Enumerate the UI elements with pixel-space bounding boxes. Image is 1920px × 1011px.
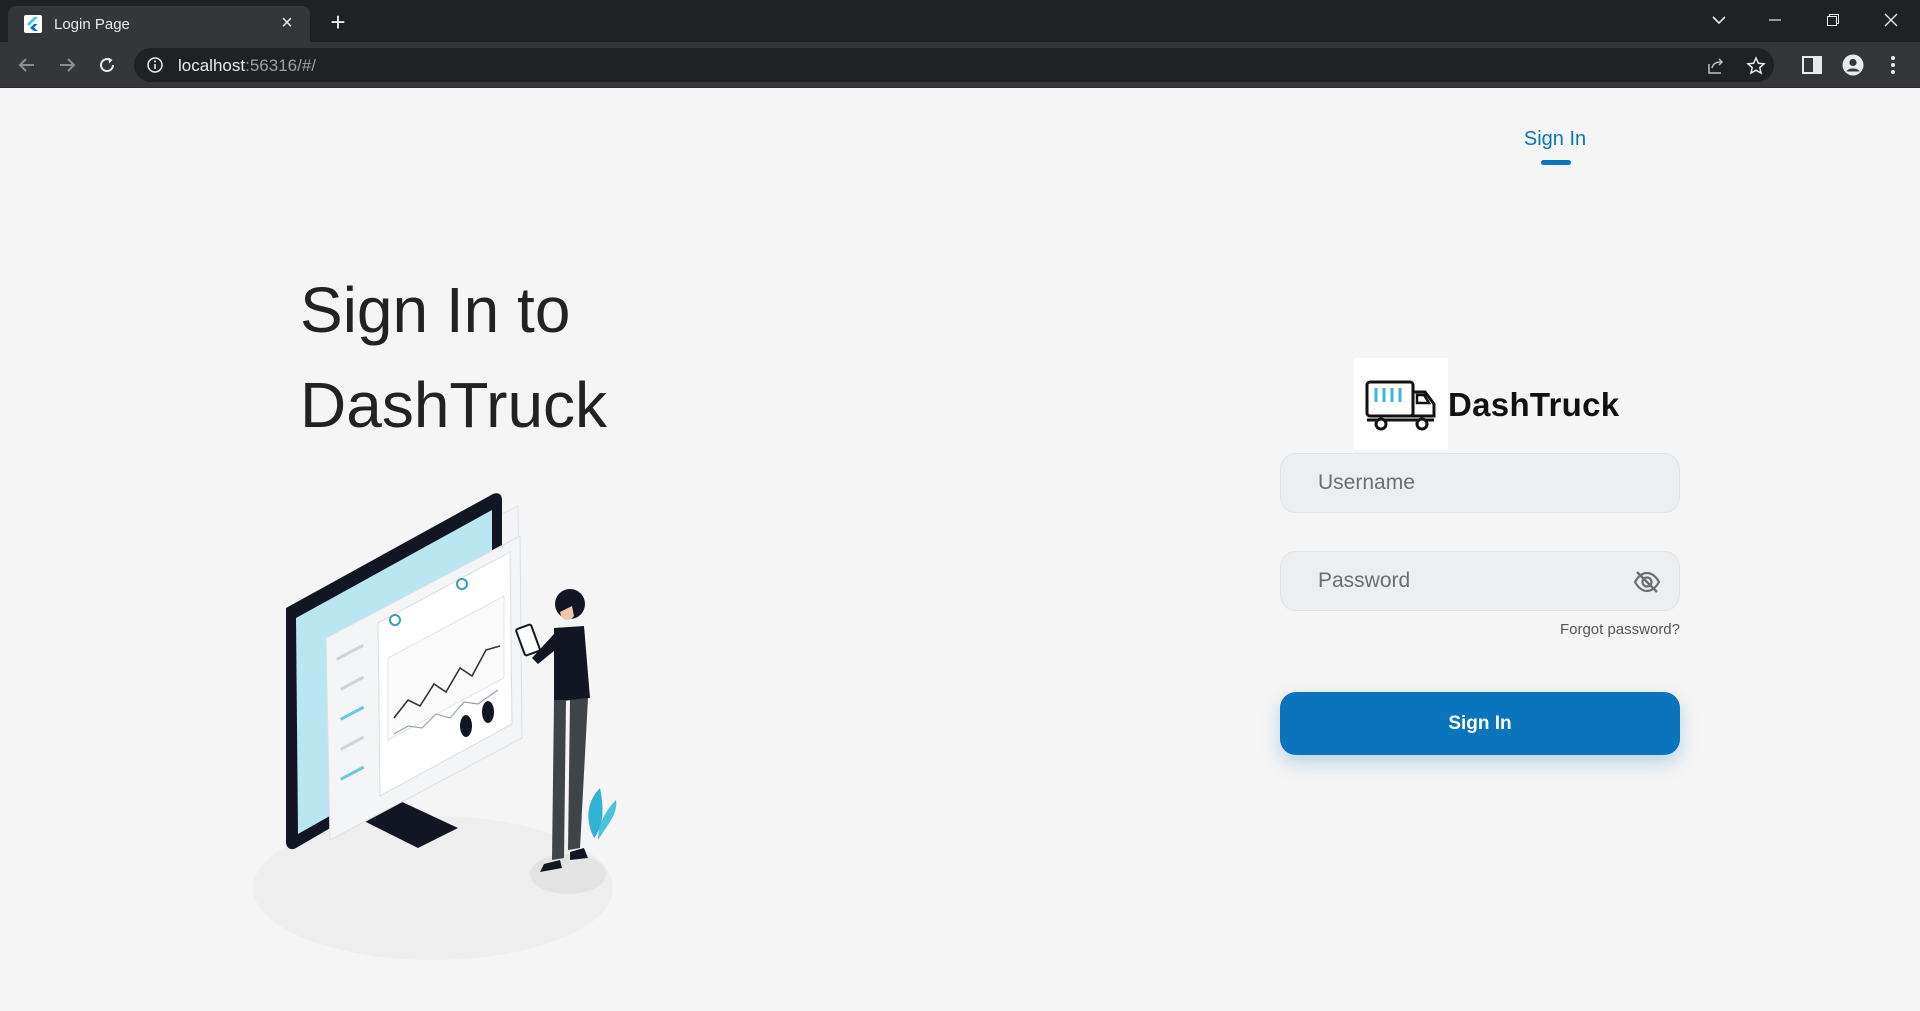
site-info-icon[interactable] [146, 56, 164, 74]
browser-toolbar: localhost:56316/#/ [0, 42, 1920, 88]
login-page: Sign In Sign In to DashTruck DashTruck U… [0, 88, 1920, 1011]
sign-in-button[interactable]: Sign In [1280, 692, 1680, 755]
address-bar[interactable]: localhost:56316/#/ [134, 48, 1774, 82]
page-title-line-2: DashTruck [300, 369, 608, 441]
browser-tab[interactable]: Login Page × [8, 6, 310, 42]
forward-arrow-icon[interactable] [51, 49, 83, 81]
eye-off-icon[interactable] [1633, 569, 1661, 595]
side-panel-icon[interactable] [1799, 52, 1825, 78]
profile-avatar-icon[interactable] [1840, 52, 1866, 78]
reload-icon[interactable] [91, 49, 123, 81]
username-field [1280, 453, 1680, 513]
dashboard-illustration [248, 488, 628, 968]
new-tab-button[interactable]: + [324, 8, 352, 36]
active-tab-indicator [1541, 160, 1571, 165]
tab-sign-in[interactable]: Sign In [1497, 128, 1613, 151]
tab-title: Login Page [54, 16, 130, 33]
password-field [1280, 551, 1680, 611]
brand-logo [1354, 358, 1448, 450]
share-icon[interactable] [1705, 55, 1727, 77]
password-input[interactable] [1281, 552, 1679, 610]
truck-icon [1365, 380, 1436, 431]
bookmark-star-icon[interactable] [1745, 55, 1767, 77]
menu-kebab-icon[interactable] [1880, 52, 1906, 78]
back-arrow-icon[interactable] [11, 49, 43, 81]
forgot-password-link[interactable]: Forgot password? [1480, 621, 1680, 638]
flutter-favicon-icon [24, 15, 42, 33]
page-title: Sign In to DashTruck [300, 263, 607, 453]
close-window-icon[interactable] [1868, 2, 1914, 38]
username-input[interactable] [1281, 454, 1679, 512]
minimize-icon[interactable] [1752, 2, 1798, 38]
restore-icon[interactable] [1810, 2, 1856, 38]
browser-tab-bar: Login Page × + [0, 0, 1920, 42]
tab-close-icon[interactable]: × [274, 10, 300, 36]
page-title-line-1: Sign In to [300, 274, 571, 346]
url-text[interactable]: localhost:56316/#/ [178, 56, 316, 76]
brand-name: DashTruck [1448, 386, 1620, 423]
tab-search-icon[interactable] [1696, 2, 1742, 38]
